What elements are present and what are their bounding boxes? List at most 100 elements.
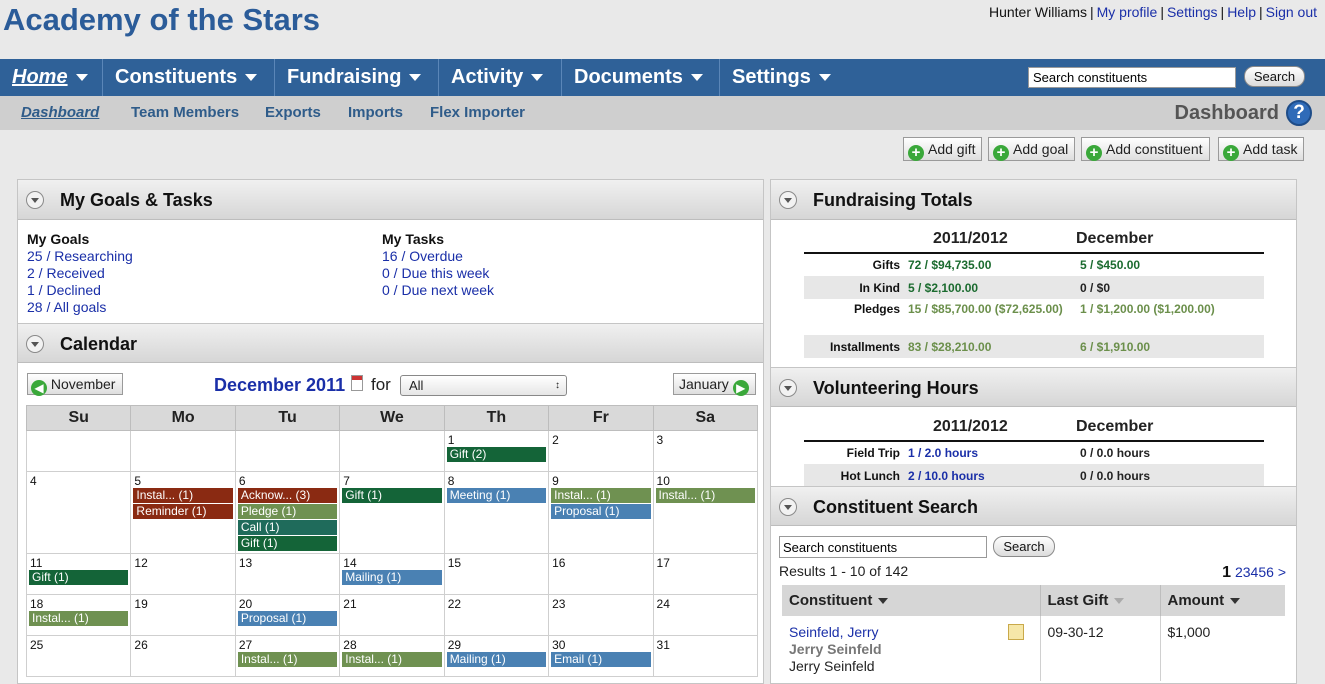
calendar-day[interactable]: 24 — [652, 594, 759, 636]
add-constituent-button[interactable]: + Add constituent — [1081, 137, 1210, 161]
sign-out-link[interactable]: Sign out — [1266, 4, 1317, 20]
calendar-event[interactable]: Gift (2) — [446, 447, 547, 462]
calendar-day[interactable]: 20 Proposal (1) — [234, 594, 341, 636]
calendar-filter-select[interactable]: All ↕ — [400, 375, 567, 396]
calendar-event[interactable]: Instal... (1) — [29, 611, 129, 626]
field-trip-ytd[interactable]: 1 / 2.0 hours — [904, 441, 1076, 464]
page-link[interactable]: 3 — [1243, 564, 1251, 580]
calendar-event[interactable]: Instal... (1) — [655, 488, 755, 503]
calendar-day[interactable]: 12 — [130, 553, 236, 595]
col-constituent[interactable]: Constituent — [782, 585, 1041, 616]
calendar-event[interactable]: Acknow... (3) — [237, 488, 338, 503]
collapse-icon[interactable] — [779, 498, 797, 516]
col-last-gift[interactable]: Last Gift — [1040, 585, 1161, 616]
subnav-flex-importer[interactable]: Flex Importer — [430, 96, 525, 130]
calendar-event[interactable]: Instal... (1) — [551, 488, 651, 503]
calendar-day[interactable]: 23 — [548, 594, 654, 636]
collapse-icon[interactable] — [779, 379, 797, 397]
nav-documents[interactable]: Documents — [562, 59, 720, 96]
calendar-event[interactable]: Proposal (1) — [551, 504, 651, 519]
calendar-day[interactable]: 14 Mailing (1) — [339, 553, 445, 595]
add-goal-button[interactable]: + Add goal — [988, 137, 1076, 161]
col-amount[interactable]: Amount — [1160, 585, 1285, 616]
calendar-day[interactable]: 31 — [652, 635, 759, 677]
calendar-day[interactable]: 26 — [130, 635, 236, 677]
installments-month[interactable]: 6 / $1,910.00 — [1076, 335, 1264, 358]
nav-search-button[interactable]: Search — [1244, 66, 1305, 87]
nav-settings[interactable]: Settings — [720, 59, 850, 96]
calendar-day[interactable]: 22 — [443, 594, 550, 636]
calendar-event[interactable]: Gift (1) — [342, 488, 442, 503]
calendar-event[interactable]: Gift (1) — [237, 536, 338, 551]
add-task-button[interactable]: + Add task — [1218, 137, 1305, 161]
help-icon[interactable]: ? — [1286, 100, 1312, 126]
subnav-exports[interactable]: Exports — [265, 96, 321, 130]
task-overdue-link[interactable]: 16 / Overdue — [382, 248, 463, 264]
nav-search-input[interactable] — [1028, 67, 1236, 88]
inkind-ytd[interactable]: 5 / $2,100.00 — [904, 276, 1076, 299]
gifts-month[interactable]: 5 / $450.00 — [1076, 253, 1264, 276]
calendar-day[interactable]: 6 Acknow... (3) Pledge (1) Call (1) Gift (1) — [234, 471, 341, 554]
calendar-day[interactable]: 1 Gift (2) — [443, 430, 550, 472]
installments-ytd[interactable]: 83 / $28,210.00 — [904, 335, 1076, 358]
goal-all-link[interactable]: 28 / All goals — [27, 299, 106, 315]
calendar-icon[interactable] — [351, 375, 363, 391]
calendar-day[interactable]: 27 Instal... (1) — [234, 635, 341, 677]
calendar-event[interactable]: Mailing (1) — [342, 570, 442, 585]
subnav-dashboard[interactable]: Dashboard — [21, 96, 99, 130]
add-gift-button[interactable]: + Add gift — [903, 137, 983, 161]
pledges-month[interactable]: 1 / $1,200.00 ($1,200.00) — [1076, 299, 1264, 335]
calendar-event[interactable]: Instal... (1) — [237, 652, 338, 667]
task-next-week-link[interactable]: 0 / Due next week — [382, 282, 494, 298]
calendar-day[interactable]: 15 — [443, 553, 550, 595]
calendar-day[interactable]: 3 — [652, 430, 759, 472]
goal-declined-link[interactable]: 1 / Declined — [27, 282, 101, 298]
subnav-imports[interactable]: Imports — [348, 96, 403, 130]
calendar-day[interactable]: 2 — [548, 430, 654, 472]
calendar-day[interactable]: 4 — [25, 471, 132, 554]
goal-researching-link[interactable]: 25 / Researching — [27, 248, 133, 264]
calendar-day[interactable]: 7 Gift (1) — [339, 471, 445, 554]
constituent-search-button[interactable]: Search — [993, 536, 1055, 557]
calendar-day[interactable]: 11 Gift (1) — [25, 553, 132, 595]
constituent-search-input[interactable] — [779, 536, 987, 558]
calendar-day[interactable]: 9 Instal... (1) Proposal (1) — [548, 471, 654, 554]
help-link[interactable]: Help — [1227, 4, 1256, 20]
calendar-day[interactable]: 16 — [548, 553, 654, 595]
calendar-event[interactable]: Email (1) — [551, 652, 651, 667]
calendar-day[interactable]: 8 Meeting (1) — [443, 471, 550, 554]
nav-constituents[interactable]: Constituents — [103, 59, 275, 96]
subnav-team-members[interactable]: Team Members — [131, 96, 239, 130]
page-link[interactable]: 2 — [1235, 564, 1243, 580]
calendar-day[interactable]: 10 Instal... (1) — [652, 471, 759, 554]
calendar-event[interactable]: Meeting (1) — [446, 488, 547, 503]
calendar-event[interactable]: Reminder (1) — [133, 504, 233, 519]
pledges-ytd[interactable]: 15 / $85,700.00 ($72,625.00) — [904, 299, 1076, 335]
my-profile-link[interactable]: My profile — [1097, 4, 1158, 20]
constituent-link[interactable]: Seinfeld, Jerry — [789, 624, 878, 640]
calendar-event[interactable]: Mailing (1) — [446, 652, 547, 667]
calendar-day[interactable]: 29 Mailing (1) — [443, 635, 550, 677]
task-this-week-link[interactable]: 0 / Due this week — [382, 265, 489, 281]
calendar-day[interactable]: 5 Instal... (1) Reminder (1) — [130, 471, 236, 554]
nav-home[interactable]: Home — [0, 59, 103, 96]
calendar-event[interactable]: Call (1) — [237, 520, 338, 535]
nav-fundraising[interactable]: Fundraising — [275, 59, 439, 96]
calendar-day[interactable]: 17 — [652, 553, 759, 595]
calendar-day[interactable]: 21 — [339, 594, 445, 636]
calendar-event[interactable]: Proposal (1) — [237, 611, 338, 626]
prev-month-button[interactable]: ◀ November — [27, 373, 123, 396]
calendar-day[interactable]: 28 Instal... (1) — [339, 635, 445, 677]
collapse-icon[interactable] — [26, 335, 44, 353]
calendar-event[interactable]: Instal... (1) — [133, 488, 233, 503]
edit-note-icon[interactable] — [1007, 624, 1024, 640]
page-link[interactable]: 6 — [1266, 564, 1274, 580]
gifts-ytd[interactable]: 72 / $94,735.00 — [904, 253, 1076, 276]
next-page-link[interactable]: > — [1278, 564, 1286, 580]
nav-activity[interactable]: Activity — [439, 59, 562, 96]
calendar-event[interactable]: Pledge (1) — [237, 504, 338, 519]
collapse-icon[interactable] — [26, 191, 44, 209]
calendar-day[interactable]: 18 Instal... (1) — [25, 594, 132, 636]
collapse-icon[interactable] — [779, 191, 797, 209]
settings-link[interactable]: Settings — [1167, 4, 1218, 20]
